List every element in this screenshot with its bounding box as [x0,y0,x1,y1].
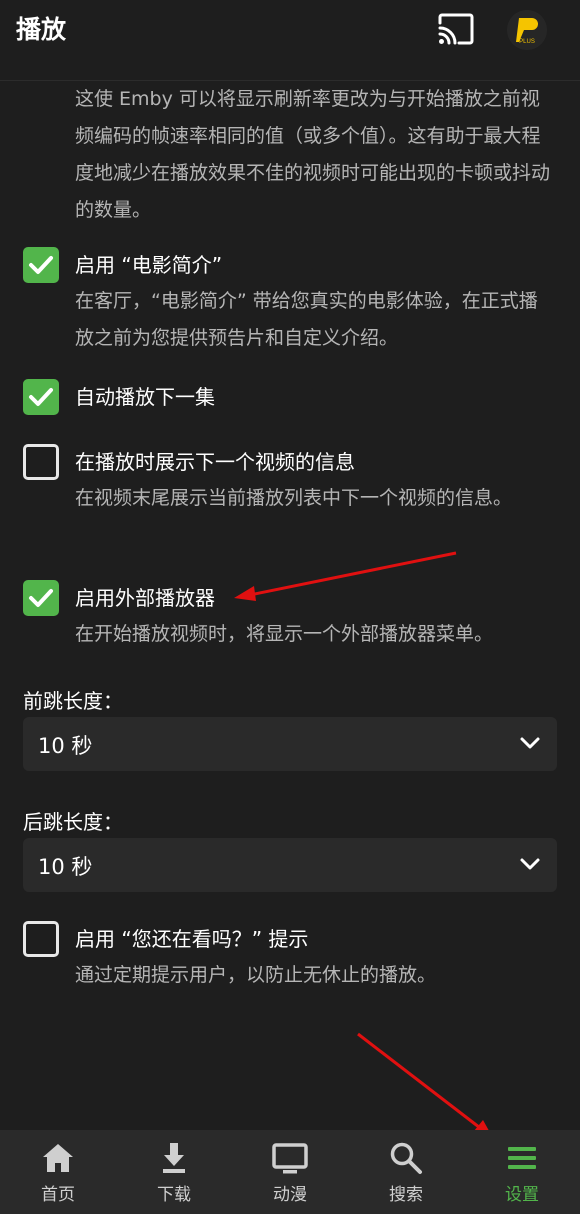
nav-search[interactable]: 搜索 [348,1130,464,1214]
nav-label: 搜索 [389,1185,423,1205]
refresh-rate-description: 这使 Emby 可以将显示刷新率更改为与开始播放之前视频编码的帧速率相同的值（或… [75,88,551,221]
nav-label: 设置 [505,1185,539,1205]
search-icon [390,1142,422,1174]
avatar-logo-icon: PLUS [507,10,547,50]
cast-icon[interactable] [437,12,475,46]
option-description: 通过定期提示用户，以防止无休止的播放。 [75,964,437,986]
arrow-to-external-player [234,551,457,601]
checkbox-external-player[interactable] [23,580,59,616]
option-label: 在播放时展示下一个视频的信息 [75,450,355,474]
home-icon [43,1144,73,1172]
arrow-to-settings-tab [357,1032,493,1138]
skip-forward-value: 10 秒 [38,734,93,758]
option-label: 启用 “您还在看吗？” 提示 [75,927,309,951]
avatar[interactable]: PLUS [507,10,547,50]
checkbox-show-next-info[interactable] [23,444,59,480]
bottom-navigation: 首页 下载 动漫 搜索 设置 [0,1130,580,1214]
check-icon [29,589,53,607]
option-description: 在视频末尾展示当前播放列表中下一个视频的信息。 [75,487,513,509]
option-description: 在客厅，“电影简介” 带给您真实的电影体验，在正式播放之前为您提供预告片和自定义… [75,290,538,349]
checkbox-autoplay-next[interactable] [23,379,59,415]
download-icon [163,1143,185,1173]
skip-back-label: 后跳长度： [23,810,123,834]
checkbox-cinema-mode[interactable] [23,247,59,283]
nav-label: 动漫 [273,1185,307,1205]
nav-home[interactable]: 首页 [0,1130,116,1214]
option-label: 启用 “电影简介” [75,253,223,277]
chevron-down-icon [520,858,540,870]
chevron-down-icon [520,737,540,749]
nav-download[interactable]: 下载 [116,1130,232,1214]
app-header: 播放 PLUS [0,0,580,81]
svg-text:PLUS: PLUS [519,39,535,45]
checkbox-still-watching[interactable] [23,921,59,957]
menu-icon [508,1147,536,1169]
tv-icon [272,1143,308,1174]
nav-label: 首页 [41,1185,75,1205]
check-icon [29,388,53,406]
nav-settings[interactable]: 设置 [464,1130,580,1214]
check-icon [29,256,53,274]
skip-back-value: 10 秒 [38,855,93,879]
skip-back-select[interactable]: 10 秒 [23,838,557,892]
nav-label: 下载 [157,1185,191,1205]
skip-forward-select[interactable]: 10 秒 [23,717,557,771]
option-description: 在开始播放视频时，将显示一个外部播放器菜单。 [75,623,494,645]
option-label: 启用外部播放器 [75,586,215,610]
page-title: 播放 [16,15,67,44]
option-label: 自动播放下一集 [75,385,215,409]
skip-forward-label: 前跳长度： [23,689,123,713]
nav-anime[interactable]: 动漫 [232,1130,348,1214]
